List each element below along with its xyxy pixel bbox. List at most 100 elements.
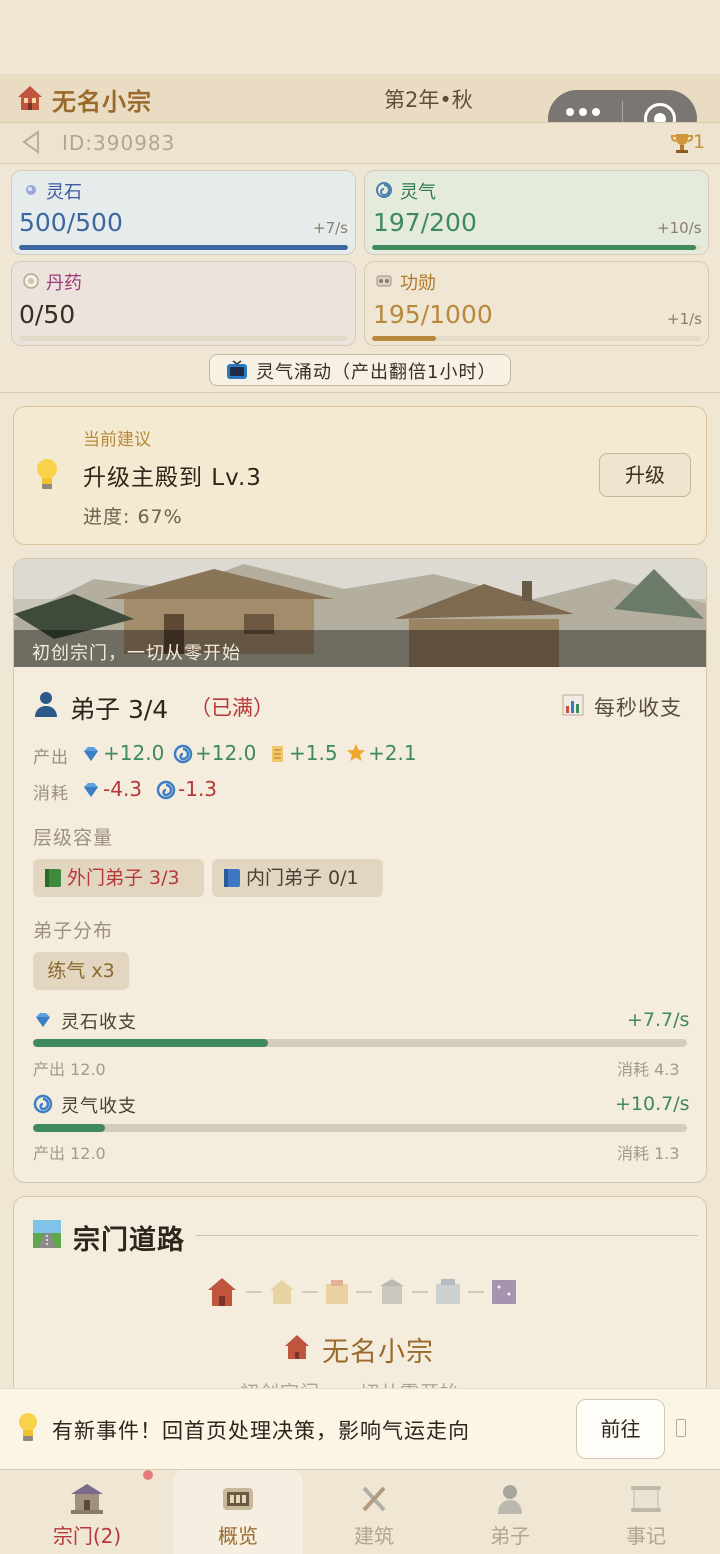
divider bbox=[196, 1235, 698, 1236]
bulb-icon bbox=[37, 459, 57, 489]
resource-rate: +1/s bbox=[667, 310, 702, 328]
tab-overview[interactable]: 概览 bbox=[173, 1470, 303, 1554]
output-spirit-stone: +12.0 bbox=[103, 741, 165, 765]
event-notice-text: 有新事件！回首页处理决策，影响气运走向 bbox=[52, 1419, 470, 1443]
stage-progression bbox=[208, 1278, 516, 1306]
flow-label: 灵石收支 bbox=[61, 1012, 137, 1033]
resource-rate: +7/s bbox=[313, 219, 348, 237]
capacity-label: 层级容量 bbox=[33, 827, 114, 849]
resource-bar bbox=[19, 245, 348, 250]
goto-button[interactable]: 前往 bbox=[576, 1399, 665, 1459]
flow-bar-fill bbox=[33, 1124, 105, 1132]
flow-bar bbox=[33, 1124, 687, 1132]
suggestion-title: 升级主殿到 Lv.3 bbox=[83, 465, 262, 491]
resource-bar bbox=[19, 336, 348, 341]
sect-name: 无名小宗 bbox=[52, 88, 152, 116]
swirl-icon bbox=[33, 1094, 53, 1114]
flow-bar-fill bbox=[33, 1039, 269, 1047]
tab-label: 概览 bbox=[218, 1524, 258, 1548]
status-bar bbox=[0, 0, 720, 74]
book-blue-icon bbox=[224, 869, 240, 887]
per-second-flow-link[interactable]: 每秒收支 bbox=[594, 692, 682, 722]
output-pill: +1.5 bbox=[289, 741, 338, 765]
tab-label: 宗门(2) bbox=[52, 1524, 122, 1548]
consume-label: 消耗 bbox=[33, 784, 69, 804]
stage-1-icon bbox=[208, 1278, 236, 1306]
tab-sect[interactable]: 宗门(2) bbox=[22, 1470, 152, 1554]
upgrade-button[interactable]: 升级 bbox=[599, 453, 691, 497]
tab-disciples[interactable]: 弟子 bbox=[445, 1470, 575, 1554]
resource-value: 0/50 bbox=[19, 300, 76, 329]
stage-3-icon bbox=[326, 1280, 348, 1304]
divider bbox=[0, 392, 720, 393]
scroll-record-icon bbox=[631, 1486, 661, 1512]
resource-name: 功勋 bbox=[400, 273, 436, 294]
tools-icon bbox=[362, 1486, 386, 1512]
resource-rate: +10/s bbox=[657, 219, 702, 237]
resource-bar bbox=[372, 245, 701, 250]
sect-id: ID:390983 bbox=[62, 131, 176, 155]
consume-spirit-qi: -1.3 bbox=[178, 777, 218, 801]
tv-icon bbox=[227, 360, 247, 379]
qi-surge-label[interactable]: 灵气涌动（产出翻倍1小时） bbox=[256, 358, 496, 384]
output-spirit-qi: +12.0 bbox=[195, 741, 257, 765]
person-icon bbox=[35, 692, 57, 717]
back-arrow-icon[interactable] bbox=[20, 130, 44, 154]
flow-bar bbox=[33, 1039, 687, 1047]
flow-produce: 产出 12.0 bbox=[33, 1060, 106, 1079]
pill-icon bbox=[23, 273, 39, 289]
flow-rate: +7.7/s bbox=[627, 1009, 690, 1031]
merit-icon bbox=[376, 275, 392, 287]
distribution-label: 弟子分布 bbox=[33, 920, 114, 942]
star-icon bbox=[347, 744, 365, 761]
suggestion-progress: 进度: 67% bbox=[83, 506, 183, 528]
diamond-icon bbox=[84, 783, 98, 797]
resource-bar-fill bbox=[372, 336, 437, 341]
flow-consume: 消耗 1.3 bbox=[617, 1144, 680, 1163]
consume-spirit-stone: -4.3 bbox=[103, 777, 143, 801]
flow-label: 灵气收支 bbox=[61, 1096, 137, 1117]
resource-value: 195/1000 bbox=[373, 300, 493, 329]
disciples-full-badge: （已满） bbox=[190, 696, 274, 720]
sect-hall-icon bbox=[71, 1484, 103, 1514]
season-label: 第2年•秋 bbox=[384, 88, 473, 112]
output-merit: +2.1 bbox=[368, 741, 417, 765]
spirit-qi-icon bbox=[376, 182, 392, 198]
tab-records[interactable]: 事记 bbox=[581, 1470, 711, 1554]
tier-inner-disciples[interactable]: 内门弟子 0/1 bbox=[212, 859, 383, 897]
tab-buildings[interactable]: 建筑 bbox=[309, 1470, 439, 1554]
flow-produce: 产出 12.0 bbox=[33, 1144, 106, 1163]
flow-rate: +10.7/s bbox=[615, 1093, 690, 1115]
diamond-icon bbox=[36, 1013, 50, 1027]
diamond-icon bbox=[84, 747, 98, 761]
tier-label: 外门弟子 3/3 bbox=[67, 867, 180, 889]
disciple-icon bbox=[498, 1485, 522, 1514]
tab-label: 建筑 bbox=[354, 1524, 394, 1548]
road-icon bbox=[33, 1220, 61, 1248]
trophy-count: 1 bbox=[693, 131, 706, 153]
trophy-icon[interactable] bbox=[670, 131, 694, 155]
more-icon[interactable] bbox=[566, 108, 600, 116]
tier-outer-disciples[interactable]: 外门弟子 3/3 bbox=[33, 859, 204, 897]
scroll-icon bbox=[272, 746, 283, 762]
realm-distribution-tag: 练气 x3 bbox=[33, 952, 129, 990]
swirl-icon bbox=[156, 780, 176, 800]
stage-5-icon bbox=[436, 1279, 460, 1304]
resource-name: 灵石 bbox=[46, 182, 82, 203]
sect-road-title: 宗门道路 bbox=[73, 1225, 185, 1256]
spirit-stone-icon bbox=[26, 185, 36, 195]
overview-icon bbox=[223, 1488, 253, 1510]
bulb-icon bbox=[19, 1413, 37, 1441]
tab-label: 事记 bbox=[626, 1524, 666, 1548]
disciples-count: 弟子 3/4 bbox=[70, 695, 169, 724]
close-notice-icon[interactable] bbox=[676, 1419, 686, 1437]
banner-caption: 初创宗门，一切从零开始 bbox=[32, 643, 241, 664]
resource-bar bbox=[372, 336, 701, 341]
stage-4-icon bbox=[380, 1279, 404, 1304]
chart-icon[interactable] bbox=[562, 694, 584, 716]
resource-value: 197/200 bbox=[373, 208, 477, 237]
house-icon bbox=[18, 86, 42, 110]
tab-label: 弟子 bbox=[490, 1524, 530, 1548]
resource-name: 灵气 bbox=[400, 182, 436, 203]
flow-consume: 消耗 4.3 bbox=[617, 1060, 680, 1079]
